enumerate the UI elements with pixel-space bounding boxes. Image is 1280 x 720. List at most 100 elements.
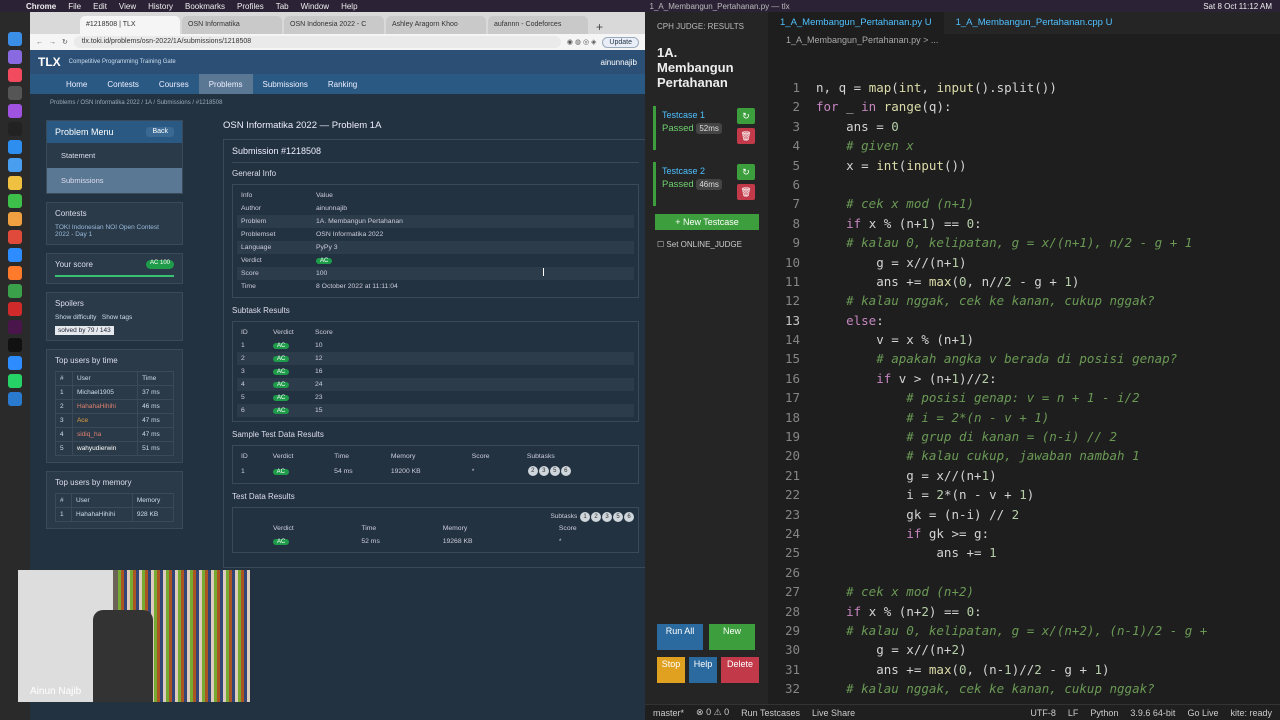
delete-icon[interactable]: 🗑 xyxy=(737,184,755,200)
user-link[interactable]: HahahaHihihi xyxy=(71,399,139,414)
chrome-tab-submission[interactable]: #1218508 | TLX xyxy=(80,16,180,34)
tab-python-file[interactable]: 1_A_Membangun_Pertahanan.py U xyxy=(768,12,944,34)
rerun-icon[interactable]: ↻ xyxy=(737,164,755,180)
show-difficulty-toggle[interactable]: Show difficulty xyxy=(55,314,96,321)
contest-link[interactable]: TOKI Indonesian NOI Open Contest 2022 - … xyxy=(47,224,182,244)
menu-submissions[interactable]: Submissions xyxy=(47,168,182,193)
code-line[interactable]: 7 # cek x mod (n+1) xyxy=(768,196,1246,215)
user-link[interactable]: HahahaHihihi xyxy=(70,507,133,522)
menu-app-name[interactable]: Chrome xyxy=(26,2,56,11)
vscode-icon[interactable] xyxy=(8,392,22,406)
author-link[interactable]: ainunnajib xyxy=(312,202,634,215)
user-link[interactable]: Ace xyxy=(71,413,139,428)
photos-icon[interactable] xyxy=(8,212,22,226)
delete-icon[interactable]: 🗑 xyxy=(737,128,755,144)
chrome-icon-2[interactable] xyxy=(8,284,22,298)
menu-edit[interactable]: Edit xyxy=(93,2,107,11)
code-line[interactable]: 32 # kalau nggak, cek ke kanan, cukup ng… xyxy=(768,681,1246,700)
mail-icon[interactable] xyxy=(8,158,22,172)
zoom-icon[interactable] xyxy=(8,248,22,262)
code-line[interactable]: 22 i = 2*(n - v + 1) xyxy=(768,487,1246,506)
app-icon[interactable] xyxy=(8,86,22,100)
eol[interactable]: LF xyxy=(1068,708,1079,718)
menu-tab[interactable]: Tab xyxy=(276,2,289,11)
music-icon[interactable] xyxy=(8,68,22,82)
extension-icons[interactable]: ◉ ◍ ◎ ◈ xyxy=(567,38,597,46)
code-line[interactable]: 17 # posisi genap: v = n + 1 - i/2 xyxy=(768,390,1246,409)
git-branch[interactable]: master* xyxy=(653,708,684,718)
code-line[interactable]: 30 g = x//(n+2) xyxy=(768,642,1246,661)
code-line[interactable]: 31 ans += max(0, (n-1)//2 - g + 1) xyxy=(768,662,1246,681)
nav-courses[interactable]: Courses xyxy=(149,74,199,94)
interpreter[interactable]: 3.9.6 64-bit xyxy=(1130,708,1175,718)
update-button[interactable]: Update xyxy=(602,36,639,48)
code-line[interactable]: 8 if x % (n+1) == 0: xyxy=(768,216,1246,235)
code-line[interactable]: 27 # cek x mod (n+2) xyxy=(768,584,1246,603)
nav-ranking[interactable]: Ranking xyxy=(318,74,367,94)
problems-indicator[interactable]: ⊗ 0 ⚠ 0 xyxy=(696,707,729,718)
show-tags-toggle[interactable]: Show tags xyxy=(102,314,132,321)
reload-icon[interactable]: ↻ xyxy=(62,38,68,46)
code-line[interactable]: 3 ans = 0 xyxy=(768,119,1246,138)
code-line[interactable]: 11 ans += max(0, n//2 - g + 1) xyxy=(768,274,1246,293)
nav-home[interactable]: Home xyxy=(56,74,97,94)
user-menu[interactable]: ainunnajib xyxy=(601,58,637,67)
code-line[interactable]: 29 # kalau 0, kelipatan, g = x/(n+2), (n… xyxy=(768,623,1246,642)
tab-cpp-file[interactable]: 1_A_Membangun_Pertahanan.cpp U xyxy=(944,12,1125,34)
menu-bookmarks[interactable]: Bookmarks xyxy=(185,2,225,11)
code-line[interactable]: 5 x = int(input()) xyxy=(768,158,1246,177)
new-button[interactable]: New xyxy=(709,624,755,650)
back-icon[interactable]: ← xyxy=(36,39,43,46)
menu-view[interactable]: View xyxy=(119,2,136,11)
kite-status[interactable]: kite: ready xyxy=(1230,708,1272,718)
back-button[interactable]: Back xyxy=(146,127,174,137)
code-line[interactable]: 21 g = x//(n+1) xyxy=(768,468,1246,487)
code-line[interactable]: 4 # given x xyxy=(768,138,1246,157)
code-line[interactable]: 2 for _ in range(q): xyxy=(768,99,1246,118)
chrome-icon[interactable] xyxy=(8,230,22,244)
encoding[interactable]: UTF-8 xyxy=(1030,708,1056,718)
slack-icon[interactable] xyxy=(8,320,22,334)
code-line[interactable]: 25 ans += 1 xyxy=(768,545,1246,564)
nav-problems[interactable]: Problems xyxy=(198,74,253,94)
new-testcase-button[interactable]: + New Testcase xyxy=(655,214,759,230)
code-line[interactable]: 6 xyxy=(768,177,1246,196)
code-line[interactable]: 10 g = x//(n+1) xyxy=(768,255,1246,274)
stop-button[interactable]: Stop xyxy=(657,657,685,683)
code-line[interactable]: 26 xyxy=(768,565,1246,584)
editor-breadcrumb[interactable]: 1_A_Membangun_Pertahanan.py > ... xyxy=(768,34,1280,48)
live-share[interactable]: Live Share xyxy=(812,708,855,718)
set-online-judge[interactable]: ☐ Set ONLINE_JUDGE xyxy=(657,240,768,249)
menu-profiles[interactable]: Profiles xyxy=(237,2,264,11)
menu-window[interactable]: Window xyxy=(301,2,329,11)
rerun-icon[interactable]: ↻ xyxy=(737,108,755,124)
code-line[interactable]: 28 if x % (n+2) == 0: xyxy=(768,604,1246,623)
zoom-icon-2[interactable] xyxy=(8,356,22,370)
appstore-icon[interactable] xyxy=(8,140,22,154)
tv-icon[interactable] xyxy=(8,122,22,136)
chrome-tab-codeforces[interactable]: aufannn - Codeforces xyxy=(488,16,588,34)
go-live[interactable]: Go Live xyxy=(1187,708,1218,718)
code-line[interactable]: 1 n, q = map(int, input().split()) xyxy=(768,80,1246,99)
code-line[interactable]: 19 # grup di kanan = (n-i) // 2 xyxy=(768,429,1246,448)
user-link[interactable]: Michael1905 xyxy=(71,385,139,400)
language-mode[interactable]: Python xyxy=(1090,708,1118,718)
delete-button[interactable]: Delete xyxy=(721,657,759,683)
finder-icon[interactable] xyxy=(8,32,22,46)
chrome-tab-ashley[interactable]: Ashley Aragorn Khoo xyxy=(386,16,486,34)
chrome-tab-osn-2022[interactable]: OSN Indonesia 2022 - C xyxy=(284,16,384,34)
code-line[interactable]: 23 gk = (n-i) // 2 xyxy=(768,507,1246,526)
menu-history[interactable]: History xyxy=(148,2,173,11)
code-line[interactable]: 15 # apakah angka v berada di posisi gen… xyxy=(768,351,1246,370)
testcase-2[interactable]: Testcase 2 Passed 46ms ↻ 🗑 xyxy=(653,162,759,206)
code-line[interactable]: 16 if v > (n+1)//2: xyxy=(768,371,1246,390)
nav-contests[interactable]: Contests xyxy=(97,74,149,94)
problem-link[interactable]: 1A. Membangun Pertahanan xyxy=(312,215,634,228)
run-all-button[interactable]: Run All xyxy=(657,624,703,650)
acrobat-icon[interactable] xyxy=(8,302,22,316)
testcase-1[interactable]: Testcase 1 Passed 52ms ↻ 🗑 xyxy=(653,106,759,150)
run-testcases[interactable]: Run Testcases xyxy=(741,708,800,718)
code-line[interactable]: 13 else: xyxy=(768,313,1246,332)
nav-submissions[interactable]: Submissions xyxy=(253,74,318,94)
code-lines[interactable]: 1 n, q = map(int, input().split()) 2 for _ … xyxy=(768,80,1246,701)
